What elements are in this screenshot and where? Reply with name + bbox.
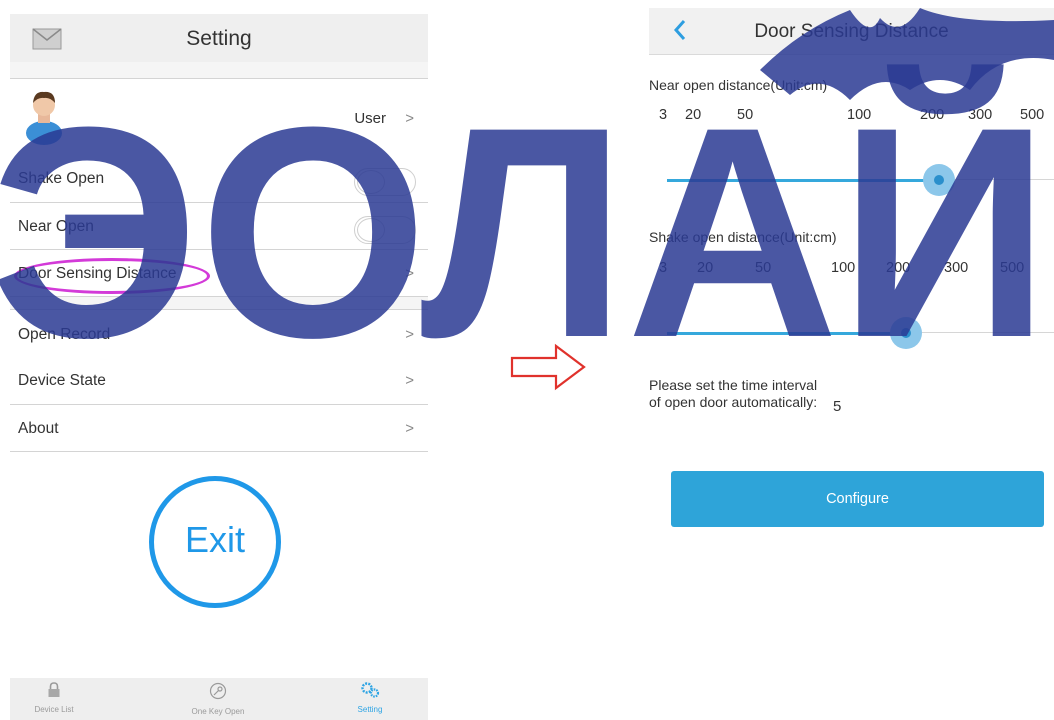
device-state-label: Device State	[18, 372, 106, 389]
tab-setting[interactable]: Setting	[330, 682, 410, 714]
device-state-row[interactable]: Device State >	[10, 357, 428, 405]
user-row[interactable]: User >	[10, 78, 428, 156]
near-distance-slider[interactable]	[667, 179, 1054, 182]
near-open-row: Near Open	[10, 203, 428, 250]
slider-fill	[667, 179, 939, 182]
key-icon	[209, 682, 227, 700]
tick-label: 3	[659, 107, 668, 123]
open-record-row[interactable]: Open Record >	[10, 309, 428, 358]
settings-screen: Setting User > Shake Open Near Open Door…	[0, 0, 430, 720]
toggle-knob	[357, 218, 385, 242]
shake-tick-row: 3 20 50 100 200 300 500	[645, 260, 1054, 280]
near-tick-row: 3 20 50 100 200 300 500	[645, 107, 1054, 127]
tick-label: 50	[755, 260, 772, 276]
lock-icon	[48, 682, 60, 697]
shake-distance-slider[interactable]	[667, 332, 1054, 335]
tab-label: Device List	[34, 705, 74, 714]
arrow-right-icon	[510, 343, 586, 391]
near-open-toggle[interactable]	[354, 216, 416, 244]
tick-label: 20	[697, 260, 714, 276]
slider-rest	[905, 332, 1054, 333]
tick-label: 100	[831, 260, 856, 276]
tick-label: 200	[920, 107, 945, 123]
settings-header: Setting	[10, 14, 428, 63]
near-distance-label: Near open distance(Unit:cm)	[649, 77, 828, 93]
tick-label: 3	[659, 260, 668, 276]
interval-value[interactable]: 5	[833, 398, 841, 415]
section-gap	[10, 297, 428, 309]
chevron-right-icon: >	[405, 326, 414, 343]
shake-distance-label: Shake open distance(Unit:cm)	[649, 229, 837, 245]
configure-button[interactable]: Configure	[671, 471, 1044, 527]
thumb-dot	[901, 328, 911, 338]
tick-label: 300	[944, 260, 969, 276]
user-name: User	[354, 110, 386, 127]
tab-label: One Key Open	[191, 707, 245, 716]
exit-label: Exit	[184, 519, 245, 560]
tick-label: 20	[685, 107, 702, 123]
slider-rest	[939, 179, 1054, 180]
shake-open-label: Shake Open	[18, 170, 105, 187]
tick-label: 200	[886, 260, 911, 276]
tab-one-key-open[interactable]: One Key Open	[178, 682, 258, 716]
interval-label: Please set the time interval of open doo…	[649, 377, 818, 410]
chevron-right-icon: >	[405, 420, 414, 437]
page-title: Setting	[186, 27, 252, 50]
door-sensing-screen: Door Sensing Distance Near open distance…	[645, 0, 1054, 720]
chevron-right-icon: >	[405, 265, 414, 282]
door-sensing-label: Door Sensing Distance	[18, 265, 177, 282]
tick-label: 500	[1020, 107, 1045, 123]
tick-label: 500	[1000, 260, 1025, 276]
bottom-tab-bar: Device List One Key Open Setting	[10, 678, 428, 720]
tick-label: 100	[847, 107, 872, 123]
tick-label: 300	[968, 107, 993, 123]
door-sensing-row[interactable]: Door Sensing Distance >	[10, 250, 428, 297]
about-row[interactable]: About >	[10, 405, 428, 452]
slider-fill	[667, 332, 905, 335]
near-slider-thumb[interactable]	[923, 164, 955, 196]
tab-device-list[interactable]: Device List	[14, 682, 94, 714]
chevron-right-icon: >	[405, 372, 414, 389]
thumb-dot	[934, 175, 944, 185]
shake-open-toggle[interactable]	[354, 168, 416, 196]
page-title: Door Sensing Distance	[754, 21, 949, 42]
exit-button[interactable]: Exit	[149, 476, 281, 608]
toggle-knob	[357, 170, 385, 194]
about-label: About	[18, 420, 59, 437]
gears-icon	[361, 682, 380, 698]
section-gap	[10, 62, 428, 78]
shake-slider-thumb[interactable]	[890, 317, 922, 349]
near-open-label: Near Open	[18, 218, 94, 235]
shake-open-row: Shake Open	[10, 155, 428, 203]
open-record-label: Open Record	[18, 326, 111, 343]
tab-label: Setting	[357, 705, 383, 714]
avatar-icon	[26, 91, 62, 145]
door-sensing-header: Door Sensing Distance	[649, 8, 1054, 55]
chevron-right-icon: >	[405, 110, 414, 127]
tick-label: 50	[737, 107, 754, 123]
